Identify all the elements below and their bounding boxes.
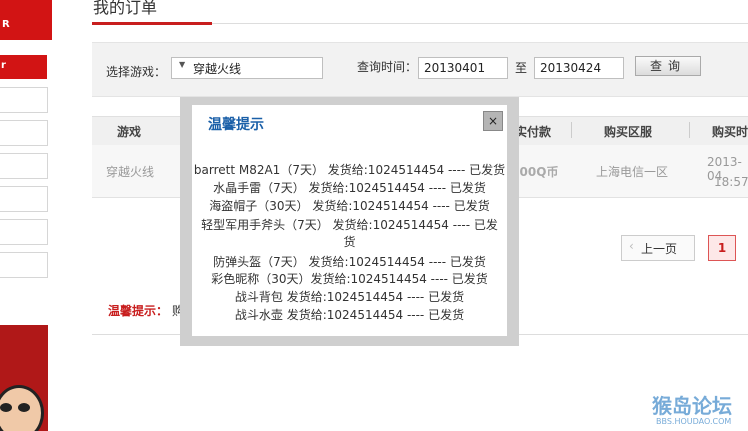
sidebar-item[interactable] bbox=[0, 186, 48, 212]
delivery-line: 彩色昵称（30天）发货给:1024514454 ---- 已发货 bbox=[211, 272, 488, 286]
query-button[interactable]: 查询 bbox=[635, 56, 701, 76]
prev-page-button[interactable]: ‹ 上一页 bbox=[621, 235, 695, 261]
row-paid-cell: .00Q币 bbox=[515, 165, 559, 179]
sidebar-item-active[interactable]: r bbox=[0, 55, 47, 79]
title-underline bbox=[92, 22, 212, 25]
chevron-left-icon: ‹ bbox=[629, 239, 634, 253]
date-to-separator: 至 bbox=[515, 61, 528, 75]
time-label: 查询时间： bbox=[357, 60, 418, 74]
sidebar-item[interactable] bbox=[0, 153, 48, 179]
delivery-line: 货 bbox=[343, 235, 356, 249]
row-game-cell: 穿越火线 bbox=[106, 165, 155, 179]
game-select[interactable]: ▼ 穿越火线 bbox=[171, 57, 323, 79]
col-game-header: 游戏 bbox=[117, 125, 142, 139]
date-to-input[interactable]: 20130424 bbox=[534, 57, 624, 79]
watermark-url: BBS.HOUDAO.COM bbox=[656, 417, 732, 426]
col-time-header: 购买时 bbox=[712, 125, 748, 139]
sidebar-item-active-text: r bbox=[1, 60, 6, 71]
date-from-input[interactable]: 20130401 bbox=[418, 57, 508, 79]
row-time-cell: 18:57: bbox=[714, 175, 748, 189]
avatar-eye bbox=[18, 403, 30, 412]
page-number-button[interactable]: 1 bbox=[708, 235, 736, 261]
prev-page-label: 上一页 bbox=[641, 242, 678, 256]
avatar-eye bbox=[0, 403, 12, 412]
delivery-line: 轻型军用手斧头（7天） 发货给:1024514454 ---- 已发 bbox=[201, 218, 498, 232]
date-to-value: 20130424 bbox=[540, 61, 602, 75]
sidebar-item[interactable] bbox=[0, 120, 48, 146]
sidebar-header: R bbox=[0, 0, 52, 40]
column-divider bbox=[571, 122, 572, 138]
sidebar-item[interactable] bbox=[0, 252, 48, 278]
dropdown-arrow-icon: ▼ bbox=[179, 60, 186, 69]
game-select-value: 穿越火线 bbox=[193, 62, 242, 76]
sidebar-header-text: R bbox=[2, 19, 10, 30]
column-divider bbox=[689, 122, 690, 138]
close-icon[interactable]: × bbox=[483, 111, 503, 131]
warm-tip-label: 温馨提示： bbox=[108, 304, 169, 318]
col-server-header: 购买区服 bbox=[604, 125, 653, 139]
game-select-label: 选择游戏： bbox=[106, 65, 167, 79]
page-title: 我的订单 bbox=[93, 0, 158, 17]
delivery-line: 海盗帽子（30天） 发货给:1024514454 ---- 已发货 bbox=[209, 199, 490, 213]
delivery-line: 战斗背包 发货给:1024514454 ---- 已发货 bbox=[234, 290, 465, 304]
sidebar-item[interactable] bbox=[0, 87, 48, 113]
delivery-line: 防弹头盔（7天） 发货给:1024514454 ---- 已发货 bbox=[213, 255, 486, 269]
delivery-line: 战斗水壶 发货给:1024514454 ---- 已发货 bbox=[234, 308, 465, 322]
sidebar-item[interactable] bbox=[0, 219, 48, 245]
watermark-logo: 猴岛论坛 bbox=[652, 394, 732, 418]
delivery-line: barrett M82A1（7天） 发货给:1024514454 ---- 已发… bbox=[193, 163, 506, 177]
row-server-cell: 上海电信一区 bbox=[596, 165, 669, 179]
left-sidebar: R r bbox=[0, 0, 52, 431]
delivery-line: 水晶手雷（7天） 发货给:1024514454 ---- 已发货 bbox=[213, 181, 486, 195]
modal-title: 温馨提示 bbox=[208, 117, 264, 133]
col-paid-header: 实付款 bbox=[515, 125, 552, 139]
avatar bbox=[0, 325, 48, 431]
date-from-value: 20130401 bbox=[424, 61, 486, 75]
